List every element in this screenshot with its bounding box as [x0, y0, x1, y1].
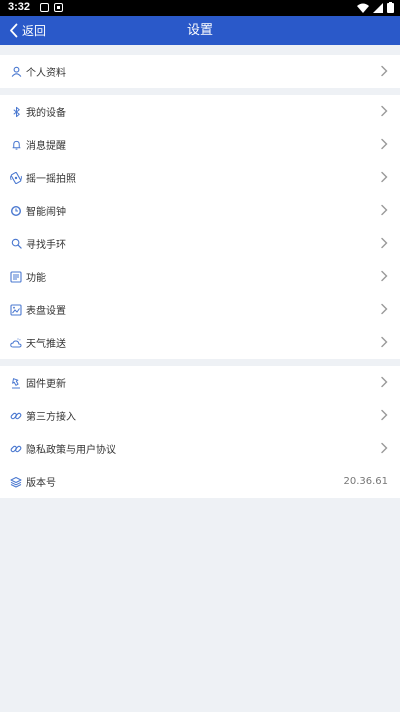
settings-item-label: 我的设备	[26, 108, 66, 119]
chevron-right-icon	[381, 409, 388, 421]
settings-section-device: 我的设备 消息提醒 摇一摇拍照 智能闹钟 寻找手环 功能 表盘设置 天气推送	[0, 95, 400, 359]
app-bar: 返回 设置	[0, 16, 400, 45]
settings-item-version: 版本号 20.36.61	[0, 465, 400, 498]
settings-item-label: 智能闹钟	[26, 207, 66, 218]
settings-item-watch-face[interactable]: 表盘设置	[0, 293, 400, 326]
chevron-right-icon	[381, 171, 388, 183]
settings-section-about: 固件更新 第三方接入 隐私政策与用户协议 版本号 20.36.61	[0, 366, 400, 498]
chevron-right-icon	[381, 237, 388, 249]
chevron-right-icon	[381, 303, 388, 315]
page-title: 设置	[186, 23, 213, 38]
settings-item-firmware-update[interactable]: 固件更新	[0, 366, 400, 399]
chevron-right-icon	[381, 376, 388, 388]
settings-item-label: 隐私政策与用户协议	[26, 445, 116, 456]
wifi-icon	[357, 3, 369, 13]
settings-item-label: 个人资料	[26, 68, 66, 79]
settings-item-label: 寻找手环	[26, 240, 66, 251]
settings-item-label: 摇一摇拍照	[26, 174, 76, 185]
settings-item-weather-push[interactable]: 天气推送	[0, 326, 400, 359]
chevron-right-icon	[381, 336, 388, 348]
settings-item-label: 第三方接入	[26, 412, 76, 423]
settings-item-find-band[interactable]: 寻找手环	[0, 227, 400, 260]
chevron-right-icon	[381, 138, 388, 150]
person-icon	[10, 66, 22, 78]
settings-item-smart-alarm[interactable]: 智能闹钟	[0, 194, 400, 227]
chevron-right-icon	[381, 65, 388, 77]
settings-item-label: 天气推送	[26, 339, 66, 350]
settings-item-label: 功能	[26, 273, 46, 284]
alarm-clock-icon	[10, 205, 22, 217]
settings-item-label: 消息提醒	[26, 141, 66, 152]
chevron-right-icon	[381, 270, 388, 282]
settings-item-profile[interactable]: 个人资料	[0, 55, 400, 88]
function-list-icon	[10, 270, 22, 283]
settings-item-my-device[interactable]: 我的设备	[0, 95, 400, 128]
settings-item-label: 版本号	[26, 478, 56, 489]
firmware-update-icon	[10, 377, 22, 389]
chevron-right-icon	[381, 442, 388, 454]
settings-item-label: 固件更新	[26, 379, 66, 390]
settings-item-functions[interactable]: 功能	[0, 260, 400, 293]
layers-icon	[10, 476, 22, 488]
status-time: 3:32	[8, 1, 31, 13]
chevron-right-icon	[381, 105, 388, 117]
chevron-right-icon	[381, 204, 388, 216]
settings-item-privacy-policy[interactable]: 隐私政策与用户协议	[0, 432, 400, 465]
settings-item-label: 表盘设置	[26, 306, 66, 317]
settings-section-profile: 个人资料	[0, 55, 400, 88]
search-icon	[10, 238, 22, 250]
settings-item-notifications[interactable]: 消息提醒	[0, 128, 400, 161]
link-icon	[10, 410, 22, 422]
notification-icon	[40, 3, 49, 12]
signal-icon	[373, 2, 383, 13]
shake-phone-icon	[10, 171, 22, 184]
settings-item-shake-photo[interactable]: 摇一摇拍照	[0, 161, 400, 194]
weather-cloud-icon	[10, 337, 22, 349]
settings-item-third-party[interactable]: 第三方接入	[0, 399, 400, 432]
bell-icon	[10, 139, 22, 151]
battery-icon	[387, 2, 394, 13]
link-icon	[10, 443, 22, 455]
version-number: 20.36.61	[343, 476, 388, 487]
notification-icon	[54, 3, 63, 12]
bluetooth-icon	[10, 106, 22, 118]
status-bar: 3:32	[0, 0, 400, 16]
watch-face-icon	[10, 303, 22, 316]
